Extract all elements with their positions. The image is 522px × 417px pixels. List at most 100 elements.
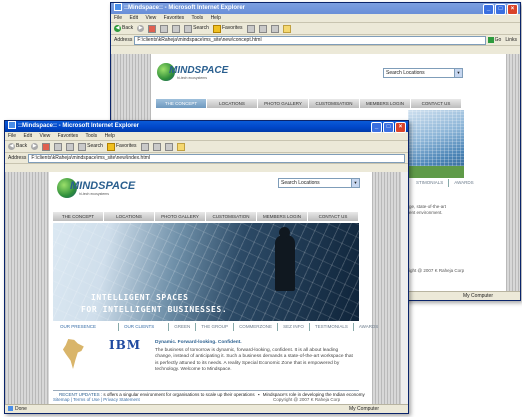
back-main-nav: THE CONCEPT LOCATIONS PHOTO GALLERY CUST… — [156, 99, 462, 108]
menu-tools[interactable]: Tools — [191, 15, 203, 21]
stop-icon[interactable] — [148, 24, 157, 33]
go-button[interactable]: Go — [487, 35, 504, 45]
stop-icon[interactable] — [42, 142, 51, 151]
maximize-button[interactable]: □ — [495, 4, 506, 15]
search-button[interactable]: Search — [184, 23, 209, 34]
nav-photo-gallery[interactable]: PHOTO GALLERY — [155, 212, 206, 221]
search-icon — [78, 142, 87, 151]
front-toolbar: ◀ Back ▶ Search Favorites — [5, 141, 408, 153]
nav-locations[interactable]: LOCATIONS — [104, 212, 155, 221]
home-icon[interactable] — [66, 142, 75, 151]
back-address-input[interactable]: F:\clients\kRaheja\mindspace\ms_site\new… — [134, 35, 486, 45]
ibm-client-logo[interactable]: IBM — [109, 338, 141, 352]
back-address-bar: Address F:\clients\kRaheja\mindspace\ms_… — [111, 35, 520, 46]
back-window-titlebar[interactable]: ::Mindspace:: - Microsoft Internet Explo… — [111, 3, 520, 15]
close-button[interactable]: × — [507, 4, 518, 15]
subnav-testimonials[interactable]: STIMONIALS — [411, 179, 448, 187]
front-window-title: ::Mindspace:: - Microsoft Internet Explo… — [18, 123, 140, 129]
menu-help[interactable]: Help — [105, 133, 115, 139]
menu-edit[interactable]: Edit — [23, 133, 32, 139]
history-icon[interactable] — [246, 24, 255, 33]
print-icon[interactable] — [270, 24, 279, 33]
mail-icon[interactable] — [258, 24, 267, 33]
front-scrollbar[interactable] — [400, 172, 408, 405]
front-subnav: OUR PRESENCE OUR CLIENTS GREEN THE GROUP… — [55, 323, 383, 331]
folder-icon[interactable] — [176, 142, 185, 151]
back-button[interactable]: ◀ Back — [114, 23, 133, 34]
menu-tools[interactable]: Tools — [85, 133, 97, 139]
refresh-icon[interactable] — [54, 142, 63, 151]
back-logo[interactable]: MINDSPACE hi-tech ecosystems — [157, 63, 228, 81]
subnav-awards[interactable]: AWARDS — [448, 179, 478, 187]
back-status-zone: My Computer — [463, 293, 494, 299]
links-label[interactable]: Links — [505, 35, 520, 45]
subnav-awards[interactable]: AWARDS — [352, 323, 383, 331]
front-page-side-shade-left — [5, 172, 49, 405]
front-address-input[interactable]: F:\clients\kRaheja\mindspace\ms_site\new… — [28, 153, 405, 163]
print-icon[interactable] — [164, 142, 173, 151]
hero-tagline-line2: FOR INTELLIGENT BUSINESSES. — [81, 305, 228, 314]
nav-customisation[interactable]: CUSTOMISATION — [206, 212, 257, 221]
close-button[interactable]: × — [395, 122, 406, 133]
nav-customisation[interactable]: CUSTOMISATION — [309, 99, 360, 108]
menu-edit[interactable]: Edit — [129, 15, 138, 21]
front-address-bar: Address F:\clients\kRaheja\mindspace\ms_… — [5, 153, 408, 164]
nav-photo-gallery[interactable]: PHOTO GALLERY — [258, 99, 309, 108]
subnav-testimonials[interactable]: TESTIMONIALS — [308, 323, 353, 331]
subnav-our-clients[interactable]: OUR CLIENTS — [118, 323, 168, 331]
nav-members-login[interactable]: MEMBERS LOGIN — [257, 212, 308, 221]
favorites-button[interactable]: Favorites — [212, 23, 243, 34]
refresh-icon[interactable] — [160, 24, 169, 33]
favorites-button[interactable]: Favorites — [106, 141, 137, 152]
subnav-our-presence[interactable]: OUR PRESENCE — [55, 323, 118, 331]
menu-help[interactable]: Help — [211, 15, 221, 21]
nav-contact-us[interactable]: CONTACT US — [308, 212, 359, 221]
subnav-the-group[interactable]: THE GROUP — [195, 323, 233, 331]
menu-favorites[interactable]: Favorites — [164, 15, 185, 21]
front-browser-window[interactable]: ::Mindspace:: - Microsoft Internet Explo… — [4, 120, 409, 414]
intro-body: The business of tomorrow is dynamic, for… — [155, 347, 353, 373]
india-map[interactable] — [62, 339, 84, 369]
businessman-head — [279, 227, 290, 238]
intro-heading: Dynamic. Forward-looking. Confident. — [155, 340, 242, 345]
maximize-button[interactable]: □ — [383, 122, 394, 133]
footer-links[interactable]: Sitemap | Terms of Use | Privacy Stateme… — [53, 397, 140, 403]
nav-locations[interactable]: LOCATIONS — [207, 99, 258, 108]
back-button[interactable]: ◀ Back — [8, 141, 27, 152]
menu-file[interactable]: File — [8, 133, 16, 139]
forward-arrow-icon[interactable]: ▶ — [137, 25, 145, 32]
nav-contact-us[interactable]: CONTACT US — [411, 99, 462, 108]
ie-icon — [8, 121, 16, 130]
logo-tagline: hi-tech ecosystems — [79, 192, 109, 196]
status-text: Done — [15, 406, 27, 412]
menu-view[interactable]: View — [145, 15, 156, 21]
mail-icon[interactable] — [152, 142, 161, 151]
search-icon — [184, 24, 193, 33]
search-button[interactable]: Search — [78, 141, 103, 152]
folder-icon[interactable] — [282, 24, 291, 33]
menu-file[interactable]: File — [114, 15, 122, 21]
front-window-titlebar[interactable]: ::Mindspace:: - Microsoft Internet Explo… — [5, 121, 408, 133]
menu-favorites[interactable]: Favorites — [58, 133, 79, 139]
minimize-button[interactable]: _ — [371, 122, 382, 133]
history-icon[interactable] — [140, 142, 149, 151]
front-logo[interactable]: MINDSPACE hi-tech ecosystems — [57, 178, 135, 198]
subnav-green[interactable]: GREEN — [168, 323, 195, 331]
subnav-sez-info[interactable]: SEZ INFO — [277, 323, 309, 331]
back-toolbar: ◀ Back ▶ Search Favorites — [111, 23, 520, 35]
back-search-locations-select[interactable]: Search Locations ▼ — [383, 68, 463, 78]
back-page-side-shade-right — [506, 54, 520, 292]
subnav-commerzone[interactable]: COMMERZONE — [233, 323, 277, 331]
logo-name: MINDSPACE — [169, 64, 229, 76]
front-search-locations-select[interactable]: Search Locations ▼ — [278, 178, 360, 188]
nav-the-concept[interactable]: THE CONCEPT — [156, 99, 207, 108]
forward-arrow-icon[interactable]: ▶ — [31, 143, 39, 150]
menu-view[interactable]: View — [39, 133, 50, 139]
back-copyright: ight @ 2007 K Raheja Corp — [409, 268, 465, 273]
home-icon[interactable] — [172, 24, 181, 33]
minimize-button[interactable]: _ — [483, 4, 494, 15]
ie-icon — [114, 3, 122, 12]
nav-members-login[interactable]: MEMBERS LOGIN — [360, 99, 411, 108]
favorites-icon — [106, 142, 115, 151]
nav-the-concept[interactable]: THE CONCEPT — [53, 212, 104, 221]
